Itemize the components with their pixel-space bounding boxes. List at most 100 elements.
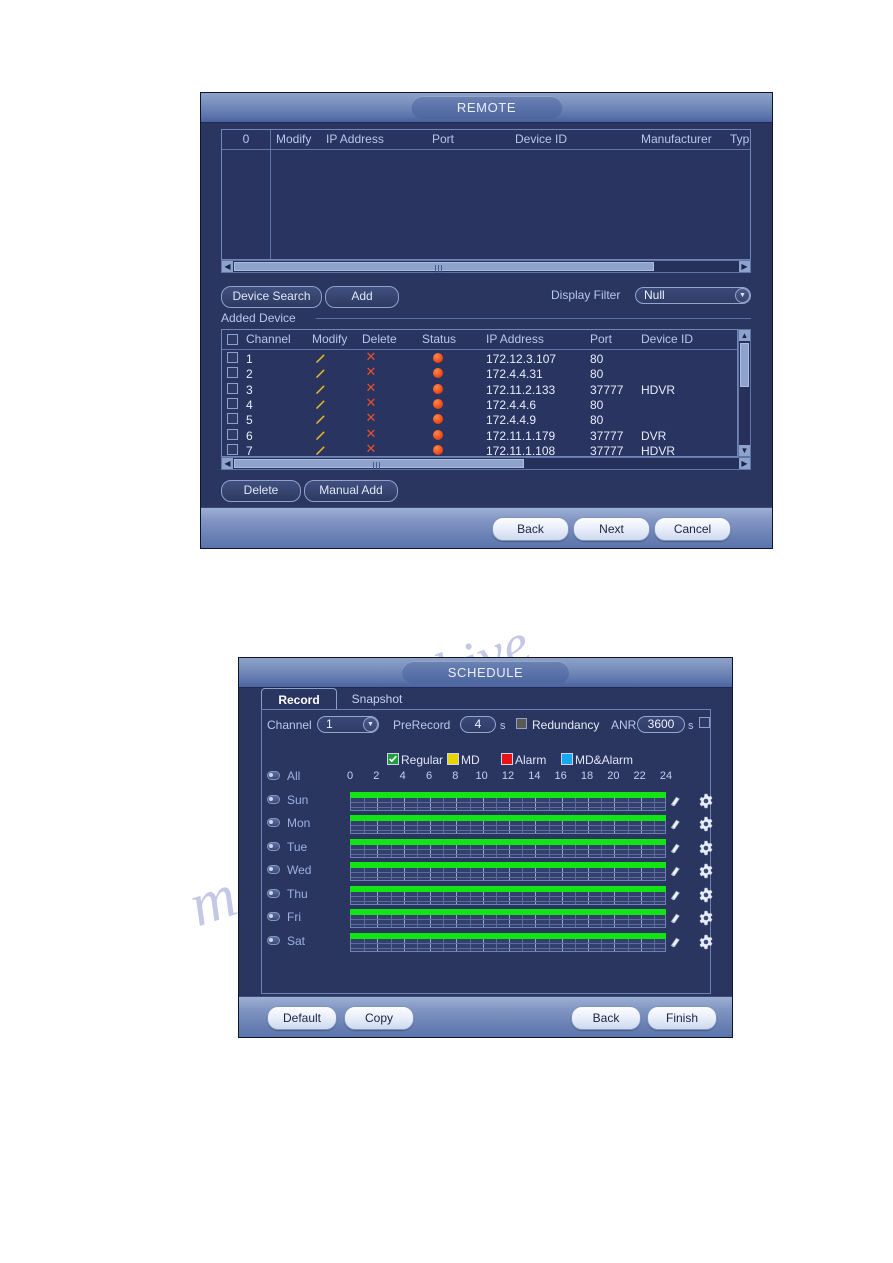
- manual-add-button[interactable]: Manual Add: [304, 480, 398, 502]
- gridline: [574, 890, 576, 904]
- device-search-button[interactable]: Device Search: [221, 286, 322, 308]
- x-icon[interactable]: ✕: [365, 351, 377, 364]
- day-toggle-sat[interactable]: [267, 935, 280, 945]
- added-device-table[interactable]: Channel Modify Delete Status IP Address …: [221, 329, 738, 457]
- added-device-hscrollbar[interactable]: ◀ ▶: [221, 457, 751, 470]
- setup-gear-icon[interactable]: [698, 934, 714, 950]
- schedule-grid-wed[interactable]: [350, 866, 666, 881]
- vscroll-down-arrow[interactable]: ▼: [739, 445, 750, 456]
- day-toggle-tue[interactable]: [267, 841, 280, 851]
- vscroll-thumb[interactable]: [740, 343, 749, 387]
- finish-button[interactable]: Finish: [647, 1006, 717, 1030]
- hscroll2-right-arrow[interactable]: ▶: [739, 458, 750, 469]
- pencil-icon[interactable]: [314, 352, 327, 365]
- gridline: [456, 937, 458, 951]
- anr-checkbox[interactable]: [699, 717, 710, 728]
- vscroll-up-arrow[interactable]: ▲: [739, 330, 750, 341]
- copy-icon[interactable]: [668, 817, 682, 831]
- schedule-grid-mon[interactable]: [350, 819, 666, 834]
- copy-icon[interactable]: [668, 841, 682, 855]
- gridline: [469, 867, 471, 880]
- hscroll-thumb[interactable]: [234, 262, 654, 273]
- x-icon[interactable]: ✕: [365, 382, 377, 395]
- copy-button[interactable]: Copy: [344, 1006, 414, 1030]
- hscroll2-thumb[interactable]: [234, 459, 524, 470]
- pencil-icon[interactable]: [314, 383, 327, 396]
- legend-swatch-md-alarm[interactable]: [561, 753, 573, 765]
- day-toggle-mon[interactable]: [267, 818, 280, 827]
- back-button[interactable]: Back: [492, 517, 569, 541]
- gridline-h: [351, 947, 665, 949]
- day-toggle-sun[interactable]: [267, 794, 280, 804]
- search-result-hscrollbar[interactable]: ◀ ▶: [221, 260, 751, 273]
- setup-gear-icon[interactable]: [698, 910, 714, 926]
- schedule-grid-fri[interactable]: [350, 913, 666, 928]
- hscroll2-left-arrow[interactable]: ◀: [222, 458, 233, 469]
- search-result-table[interactable]: 0 Modify IP Address Port Device ID Manuf…: [221, 129, 751, 260]
- hour-tick-2: 2: [373, 770, 380, 782]
- chevron-down-icon[interactable]: ▼: [735, 288, 750, 303]
- delete-button[interactable]: Delete: [221, 480, 301, 502]
- x-icon[interactable]: ✕: [365, 366, 377, 379]
- copy-icon[interactable]: [668, 794, 682, 808]
- redundancy-checkbox[interactable]: [516, 718, 527, 729]
- tab-record[interactable]: Record: [261, 688, 337, 710]
- pencil-icon[interactable]: [314, 398, 327, 411]
- setup-gear-icon[interactable]: [698, 840, 714, 856]
- anr-input[interactable]: 3600: [637, 716, 685, 733]
- schedule-grid-sat[interactable]: [350, 936, 666, 952]
- row-checkbox[interactable]: [227, 367, 238, 379]
- day-toggle-all[interactable]: [267, 771, 280, 780]
- row-checkbox[interactable]: [227, 382, 238, 394]
- row-checkbox[interactable]: [227, 352, 238, 363]
- gridline: [430, 843, 431, 857]
- prerecord-input[interactable]: 4: [460, 716, 496, 733]
- cancel-button[interactable]: Cancel: [654, 517, 731, 541]
- legend-swatch-alarm[interactable]: [501, 753, 513, 765]
- row-checkbox[interactable]: [227, 443, 238, 455]
- schedule-grid-tue[interactable]: [350, 842, 666, 858]
- day-toggle-wed[interactable]: [267, 865, 280, 874]
- x-icon[interactable]: ✕: [365, 443, 377, 456]
- copy-icon[interactable]: [668, 935, 682, 949]
- copy-icon[interactable]: [668, 911, 682, 925]
- setup-gear-icon[interactable]: [698, 793, 714, 809]
- select-all-checkbox[interactable]: [227, 334, 238, 345]
- x-icon[interactable]: ✕: [365, 397, 377, 410]
- next-button[interactable]: Next: [573, 517, 650, 541]
- pencil-icon[interactable]: [314, 413, 327, 426]
- row-checkbox[interactable]: [227, 397, 238, 409]
- tab-snapshot[interactable]: Snapshot: [339, 688, 415, 710]
- pencil-icon[interactable]: [314, 429, 327, 442]
- gridline-h: [351, 830, 665, 831]
- x-icon[interactable]: ✕: [365, 412, 377, 425]
- setup-gear-icon[interactable]: [698, 816, 714, 832]
- pencil-icon[interactable]: [314, 444, 327, 456]
- schedule-grid-sun[interactable]: [350, 795, 666, 811]
- copy-icon[interactable]: [668, 888, 682, 902]
- day-toggle-thu[interactable]: [267, 888, 280, 898]
- add-button[interactable]: Add: [325, 286, 399, 308]
- row-checkbox[interactable]: [227, 428, 238, 440]
- default-button[interactable]: Default: [267, 1006, 337, 1030]
- day-toggle-fri[interactable]: [267, 912, 280, 921]
- setup-gear-icon[interactable]: [698, 887, 714, 903]
- hscroll-right-arrow[interactable]: ▶: [739, 261, 750, 272]
- legend-swatch-regular[interactable]: [387, 753, 399, 765]
- gridline: [614, 937, 616, 951]
- legend-swatch-md[interactable]: [447, 753, 459, 765]
- status-dot: [433, 368, 443, 379]
- hscroll-left-arrow[interactable]: ◀: [222, 261, 233, 272]
- pencil-icon[interactable]: [314, 367, 327, 380]
- display-filter-select[interactable]: Null: [635, 287, 751, 304]
- col-modify: Modify: [276, 132, 312, 146]
- added-device-vscrollbar[interactable]: ▲ ▼: [738, 329, 751, 457]
- schedule-back-button[interactable]: Back: [571, 1006, 641, 1030]
- schedule-grid-thu[interactable]: [350, 889, 666, 905]
- setup-gear-icon[interactable]: [698, 863, 714, 879]
- x-icon[interactable]: ✕: [365, 428, 377, 441]
- copy-icon[interactable]: [668, 864, 682, 878]
- chevron-down-icon[interactable]: ▼: [363, 717, 378, 732]
- gridline: [390, 820, 392, 833]
- row-checkbox[interactable]: [227, 413, 238, 425]
